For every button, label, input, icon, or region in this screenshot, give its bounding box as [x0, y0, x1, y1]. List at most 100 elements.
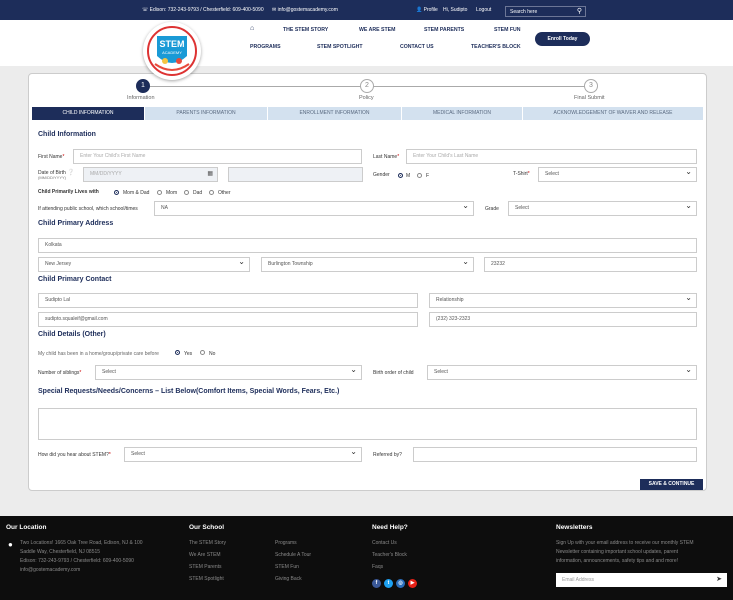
siblings-select[interactable]: Select — [95, 365, 362, 380]
newsletter-email-placeholder: Email Address — [562, 577, 594, 583]
profile-label: Profile — [423, 7, 438, 13]
tab-acknowledgement[interactable]: ACKNOWLEDGEMENT OF WAIVER AND RELEASE — [523, 107, 703, 120]
footer-link-we-are-stem[interactable]: We Are STEM — [189, 552, 221, 558]
footer-link-faqs[interactable]: Faqs — [372, 564, 383, 570]
siblings-label-text: Number of siblings — [38, 370, 80, 376]
nav-we-are-stem[interactable]: WE ARE STEM — [359, 27, 395, 33]
zip-field[interactable]: 23232 — [484, 257, 697, 272]
search-input[interactable]: Search here ⚲ — [505, 6, 586, 17]
footer-link-programs[interactable]: Programs — [275, 540, 297, 546]
save-continue-button[interactable]: SAVE & CONTINUE — [640, 479, 703, 490]
nav-programs[interactable]: PROGRAMS — [250, 44, 281, 50]
care-no-label: No — [209, 351, 216, 357]
footer-link-stem-story[interactable]: The STEM Story — [189, 540, 226, 546]
referred-by-label: Referred by? — [373, 452, 402, 458]
first-name-label-text: First Name — [38, 154, 63, 160]
birth-order-select[interactable]: Select — [427, 365, 697, 380]
tab-parents-information[interactable]: PARENTS INFORMATION — [145, 107, 268, 120]
first-name-field[interactable]: Enter Your Child's First Name — [73, 149, 362, 164]
newsletter-email-input[interactable]: Email Address ➤ — [556, 573, 727, 587]
nav-stem-story[interactable]: THE STEM STORY — [283, 27, 328, 33]
email-link[interactable]: ✉ info@gostemacademy.com — [272, 7, 338, 13]
location-email[interactable]: info@gostemacademy.com — [20, 567, 80, 573]
step-2-label: Policy — [359, 95, 374, 101]
lives-mom-radio[interactable] — [157, 190, 162, 195]
nav-stem-spotlight[interactable]: STEM SPOTLIGHT — [317, 44, 363, 50]
nav-stem-fun[interactable]: STEM FUN — [494, 27, 521, 33]
step-1-marker: 1 — [136, 79, 150, 93]
last-name-field[interactable]: Enter Your Child's Last Name — [406, 149, 697, 164]
footer-link-stem-fun[interactable]: STEM Fun — [275, 564, 299, 570]
gender-f-radio[interactable] — [417, 173, 422, 178]
tab-child-information[interactable]: CHILD INFORMATION — [32, 107, 145, 120]
hear-about-select[interactable]: Select — [124, 447, 362, 462]
footer-link-stem-parents[interactable]: STEM Parents — [189, 564, 222, 570]
location-line-3: Edison: 732-243-9793 / Chesterfield: 609… — [20, 558, 134, 564]
footer-link-schedule-tour[interactable]: Schedule A Tour — [275, 552, 311, 558]
grade-select[interactable]: Select — [508, 201, 697, 216]
state-select[interactable]: New Jersey — [38, 257, 250, 272]
help-icon[interactable]: ❔ — [67, 170, 74, 176]
email-text: info@gostemacademy.com — [277, 7, 338, 13]
contact-name-field[interactable]: Sudipto Lal — [38, 293, 418, 308]
newsletter-text-1: Sign Up with your email address to recei… — [556, 540, 694, 546]
search-icon[interactable]: ⚲ — [577, 7, 582, 15]
contact-phone-field[interactable]: (232) 323-2323 — [429, 312, 697, 327]
care-question: My child has been in a home/group/privat… — [38, 351, 159, 357]
step-2-marker: 2 — [360, 79, 374, 93]
footer-link-contact-us[interactable]: Contact Us — [372, 540, 397, 546]
youtube-icon[interactable]: ▶ — [408, 579, 417, 588]
dob-field[interactable]: MM/DD/YYYY ▦ — [83, 167, 218, 182]
gender-m-label: M — [406, 173, 411, 179]
facebook-icon[interactable]: f — [372, 579, 381, 588]
care-yes-radio[interactable] — [175, 350, 180, 355]
contact-email-field[interactable]: sudipto.squaleif@gmail.com — [38, 312, 418, 327]
location-line-1: Two Locations! 1665 Oak Tree Road, Ediso… — [20, 540, 143, 546]
footer-link-stem-spotlight[interactable]: STEM Spotlight — [189, 576, 224, 582]
profile-link[interactable]: 👤 Profile — [416, 7, 438, 13]
step-1-label: Information — [127, 95, 155, 101]
home-icon[interactable]: ⌂ — [250, 25, 254, 32]
special-requests-textarea[interactable] — [38, 408, 697, 440]
section-primary-contact: Child Primary Contact — [38, 276, 112, 283]
location-line-2: Saddle Way, Chesterfield, NJ 08515 — [20, 549, 101, 555]
school-select[interactable]: NA — [154, 201, 474, 216]
stem-academy-logo[interactable]: STEM ACADEMY — [143, 22, 201, 80]
nav-teachers-block[interactable]: TEACHER'S BLOCK — [471, 44, 521, 50]
logout-link[interactable]: Logout — [476, 7, 491, 13]
twitter-icon[interactable]: t — [384, 579, 393, 588]
gender-m-radio[interactable] — [398, 173, 403, 178]
instagram-icon[interactable]: ◎ — [396, 579, 405, 588]
township-select[interactable]: Burlington Township — [261, 257, 474, 272]
tshirt-select[interactable]: Select — [538, 167, 697, 182]
hear-about-label: How did you hear about STEM?* — [38, 452, 111, 458]
phone-numbers: Edison: 732-243-9793 / Chesterfield: 609… — [149, 7, 264, 13]
tab-medical-information[interactable]: MEDICAL INFORMATION — [402, 107, 523, 120]
lives-other-radio[interactable] — [209, 190, 214, 195]
location-pin-icon: ● — [8, 540, 13, 549]
footer-help-title: Need Help? — [372, 524, 408, 531]
nav-stem-parents[interactable]: STEM PARENTS — [424, 27, 464, 33]
enroll-today-button[interactable]: Enroll Today — [535, 32, 590, 46]
step-3-label: Final Submit — [574, 95, 605, 101]
dob-format-hint: (MM/DD/YYYY) — [38, 175, 66, 180]
footer-newsletter-title: Newsletters — [556, 524, 593, 531]
relationship-select[interactable]: Relationship — [429, 293, 697, 308]
city-field[interactable]: Kolkata — [38, 238, 697, 253]
tshirt-label: T-Shirt* — [513, 171, 530, 177]
tab-enrollment-information[interactable]: ENROLLMENT INFORMATION — [268, 107, 402, 120]
send-icon[interactable]: ➤ — [716, 573, 722, 587]
age-field — [228, 167, 363, 182]
footer-link-teachers-block[interactable]: Teacher's Block — [372, 552, 407, 558]
footer-link-giving-back[interactable]: Giving Back — [275, 576, 302, 582]
logo-word-stem: STEM — [159, 39, 184, 49]
last-name-label: Last Name* — [373, 154, 400, 160]
lives-mom-dad-radio[interactable] — [114, 190, 119, 195]
lives-dad-radio[interactable] — [184, 190, 189, 195]
logo-word-academy: ACADEMY — [162, 50, 182, 55]
care-no-radio[interactable] — [200, 350, 205, 355]
calendar-icon[interactable]: ▦ — [207, 168, 213, 181]
lives-other-label: Other — [218, 190, 231, 196]
referred-by-field[interactable] — [413, 447, 697, 462]
nav-contact-us[interactable]: CONTACT US — [400, 44, 434, 50]
